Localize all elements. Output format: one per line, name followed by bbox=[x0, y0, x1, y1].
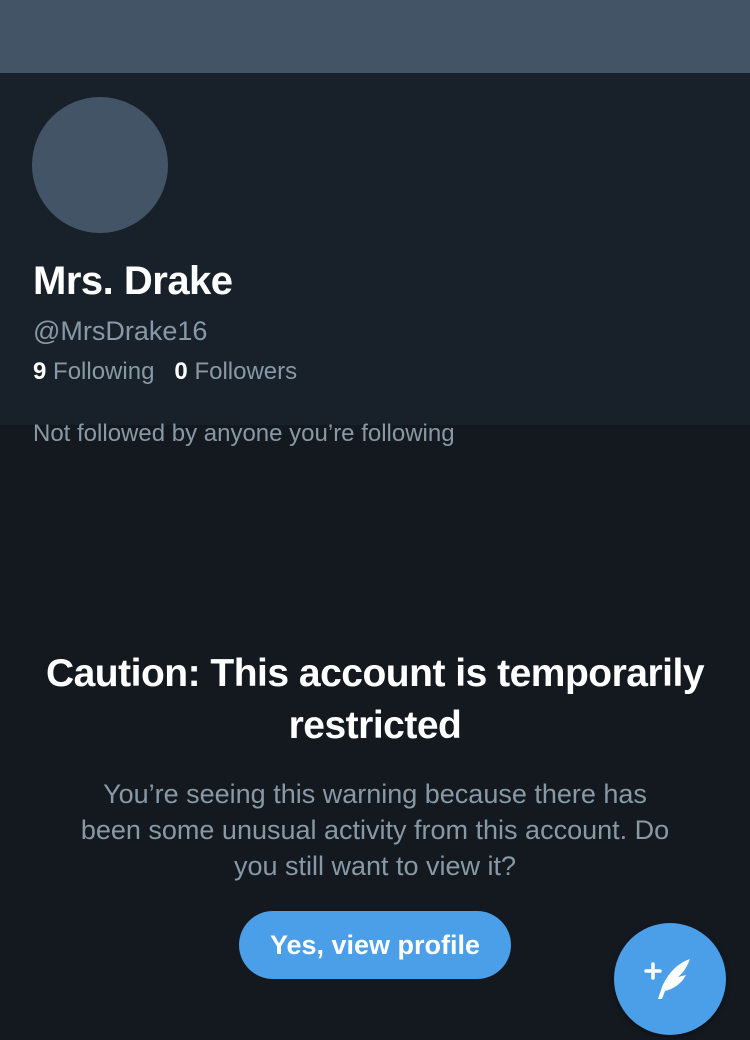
warning-message: You’re seeing this warning because there… bbox=[80, 779, 670, 881]
following-label: Following bbox=[53, 358, 155, 385]
profile-banner[interactable] bbox=[0, 0, 750, 73]
followers-link[interactable]: 0 Followers bbox=[174, 358, 297, 385]
avatar[interactable] bbox=[26, 91, 174, 239]
followers-label: Followers bbox=[194, 358, 298, 385]
followed-by-text: Not followed by anyone you’re following bbox=[33, 420, 455, 447]
user-handle: @MrsDrake16 bbox=[33, 316, 208, 346]
following-link[interactable]: 9 Following bbox=[33, 358, 154, 385]
followers-count: 0 bbox=[174, 358, 188, 385]
following-count: 9 bbox=[33, 358, 47, 385]
profile-header: Mrs. Drake @MrsDrake16 9 Following 0 Foll… bbox=[0, 73, 750, 447]
compose-tweet-icon bbox=[644, 959, 690, 999]
warning-title: Caution: This account is temporarily res… bbox=[45, 652, 705, 747]
view-profile-button[interactable]: Yes, view profile bbox=[239, 911, 511, 979]
display-name: Mrs. Drake bbox=[33, 259, 233, 303]
compose-button[interactable] bbox=[614, 923, 726, 1035]
follow-stats: 9 Following 0 Followers bbox=[33, 358, 297, 386]
